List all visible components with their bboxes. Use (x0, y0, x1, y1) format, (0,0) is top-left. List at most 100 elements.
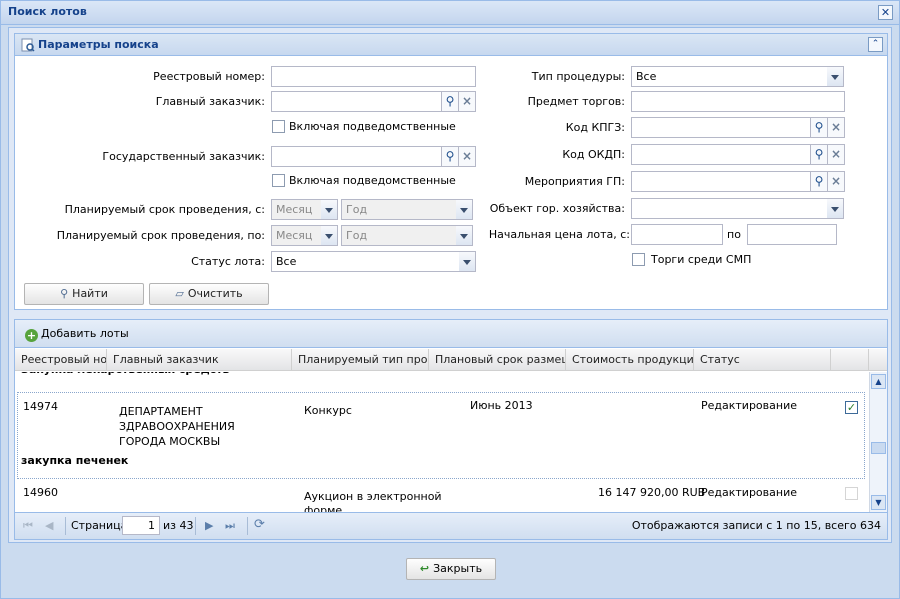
grid-header: Реестровый ном... Главный заказчик Плани… (15, 349, 887, 371)
exit-icon: ↩ (419, 562, 430, 575)
grid-toolbar: + Добавить лоты (15, 320, 887, 348)
start-price-to-label: по (727, 228, 741, 241)
lot-status-arrow-icon[interactable] (459, 251, 476, 272)
collapse-panel-button[interactable]: ⌃ (868, 37, 883, 52)
main-customer-search-icon[interactable]: ⚲ (442, 91, 459, 112)
pager-separator (195, 517, 196, 535)
include-subordinate-label-2: Включая подведомственные (289, 174, 456, 187)
scroll-down-icon[interactable]: ▼ (871, 495, 886, 510)
planned-from-month-select[interactable]: Месяц (271, 199, 322, 220)
subject-input[interactable] (631, 91, 845, 112)
row1-select-checkbox[interactable]: ✓ (845, 401, 858, 414)
start-price-to-input[interactable] (747, 224, 837, 245)
scroll-thumb[interactable] (871, 442, 886, 454)
search-panel-title: Параметры поиска (38, 38, 159, 51)
prev-page-icon[interactable]: ◀ (45, 519, 53, 532)
start-price-from-input[interactable] (631, 224, 723, 245)
add-lots-label: Добавить лоты (41, 327, 129, 340)
find-button[interactable]: ⚲ Найти (24, 283, 144, 305)
main-customer-label: Главный заказчик: (155, 95, 265, 108)
okdp-clear-icon[interactable]: × (828, 144, 845, 165)
window-close-button[interactable]: ✕ (878, 5, 893, 20)
state-customer-search-icon[interactable]: ⚲ (442, 146, 459, 167)
gp-events-input[interactable] (631, 171, 811, 192)
grid-scrollbar[interactable]: ▲ ▼ (869, 372, 887, 512)
state-customer-input[interactable] (271, 146, 442, 167)
okdp-search-icon[interactable]: ⚲ (811, 144, 828, 165)
row1-status: Редактирование (701, 399, 797, 412)
row2-select-checkbox[interactable] (845, 487, 858, 500)
lots-grid-panel: +Добавить лоты Реестровый ном... Главный… (14, 319, 888, 540)
column-header-cost[interactable]: Стоимость продукции (566, 349, 694, 371)
close-button-label: Закрыть (433, 562, 483, 575)
subject-label: Предмет торгов: (527, 95, 625, 108)
planned-to-label: Планируемый срок проведения, по: (56, 229, 265, 242)
pager-separator (65, 517, 66, 535)
row2-registry: 14960 (23, 486, 58, 499)
column-header-registry[interactable]: Реестровый ном... (15, 349, 107, 371)
column-header-customer[interactable]: Главный заказчик (107, 349, 292, 371)
grid-body: Закупка лекарственных средств 14974 ДЕПА… (15, 372, 867, 512)
row2-procedure-type: Аукцион в электронной форме (304, 490, 442, 512)
last-page-icon[interactable]: ⏭ (225, 519, 235, 533)
procedure-type-label: Тип процедуры: (531, 70, 625, 83)
group-row-partial: Закупка лекарственных средств (15, 372, 867, 381)
clear-button[interactable]: ▱ Очистить (149, 283, 269, 305)
include-subordinate-checkbox-2[interactable] (272, 174, 285, 187)
registry-number-label: Реестровый номер: (153, 70, 265, 83)
procedure-type-arrow-icon[interactable] (827, 66, 844, 87)
next-page-icon[interactable]: ▶ (205, 519, 213, 532)
column-header-procedure-type[interactable]: Планируемый тип проц... (292, 349, 429, 371)
close-button[interactable]: ↩ Закрыть (406, 558, 496, 580)
search-panel-header: Параметры поиска ⌃ (15, 34, 887, 56)
add-icon: + (25, 329, 38, 342)
okdp-label: Код ОКДП: (562, 148, 625, 161)
search-icon: ⚲ (60, 287, 69, 300)
gp-events-label: Мероприятия ГП: (524, 175, 625, 188)
scroll-up-icon[interactable]: ▲ (871, 374, 886, 389)
planned-from-year-select[interactable]: Год (341, 199, 457, 220)
row1-procedure-type: Конкурс (304, 404, 352, 417)
planned-to-year-select[interactable]: Год (341, 225, 457, 246)
main-customer-clear-icon[interactable]: × (459, 91, 476, 112)
kpgz-search-icon[interactable]: ⚲ (811, 117, 828, 138)
first-page-icon[interactable]: ⏮ (23, 519, 33, 533)
add-lots-button[interactable]: + Добавить лоты (25, 327, 129, 342)
gp-events-clear-icon[interactable]: × (828, 171, 845, 192)
state-customer-clear-icon[interactable]: × (459, 146, 476, 167)
search-params-icon (21, 38, 35, 52)
row1-registry: 14974 (23, 400, 58, 413)
grid-pager: ⏮ ◀ Страница 1 из 43 ▶ ⏭ ⟳ Отображаются … (15, 512, 887, 539)
include-subordinate-label-1: Включая подведомственные (289, 120, 456, 133)
column-header-status[interactable]: Статус (694, 349, 831, 371)
clear-button-label: Очистить (187, 287, 243, 300)
okdp-input[interactable] (631, 144, 811, 165)
lot-status-label: Статус лота: (191, 255, 265, 268)
main-customer-input[interactable] (271, 91, 442, 112)
row1-customer: ДЕПАРТАМЕНТ ЗДРАВООХРАНЕНИЯ ГОРОДА МОСКВ… (119, 405, 235, 448)
planned-to-month-select[interactable]: Месяц (271, 225, 322, 246)
planned-from-month-arrow-icon[interactable] (321, 199, 338, 220)
procedure-type-select[interactable]: Все (631, 66, 828, 87)
page-number-input[interactable]: 1 (122, 516, 160, 535)
kpgz-clear-icon[interactable]: × (828, 117, 845, 138)
city-object-select[interactable] (631, 198, 828, 219)
refresh-icon[interactable]: ⟳ (254, 517, 265, 532)
window-body: Параметры поиска ⌃ Реестровый номер: Гла… (8, 27, 892, 543)
include-subordinate-checkbox-1[interactable] (272, 120, 285, 133)
planned-to-month-arrow-icon[interactable] (321, 225, 338, 246)
gp-events-search-icon[interactable]: ⚲ (811, 171, 828, 192)
row2-cost: 16 147 920,00 RUB (598, 486, 706, 499)
column-header-planned-date[interactable]: Плановый срок размещ... (429, 349, 566, 371)
registry-number-input[interactable] (271, 66, 476, 87)
row2-status: Редактирование (701, 486, 797, 499)
search-parameters-panel: Параметры поиска ⌃ Реестровый номер: Гла… (14, 33, 888, 310)
lots-search-window: Поиск лотов ✕ Параметры поиска ⌃ Реестро… (0, 0, 900, 599)
state-customer-label: Государственный заказчик: (102, 150, 265, 163)
city-object-arrow-icon[interactable] (827, 198, 844, 219)
lot-status-select[interactable]: Все (271, 251, 460, 272)
kpgz-label: Код КПГЗ: (565, 121, 625, 134)
kpgz-input[interactable] (631, 117, 811, 138)
smp-only-checkbox[interactable] (632, 253, 645, 266)
page-count-label: из 43 (163, 519, 194, 532)
